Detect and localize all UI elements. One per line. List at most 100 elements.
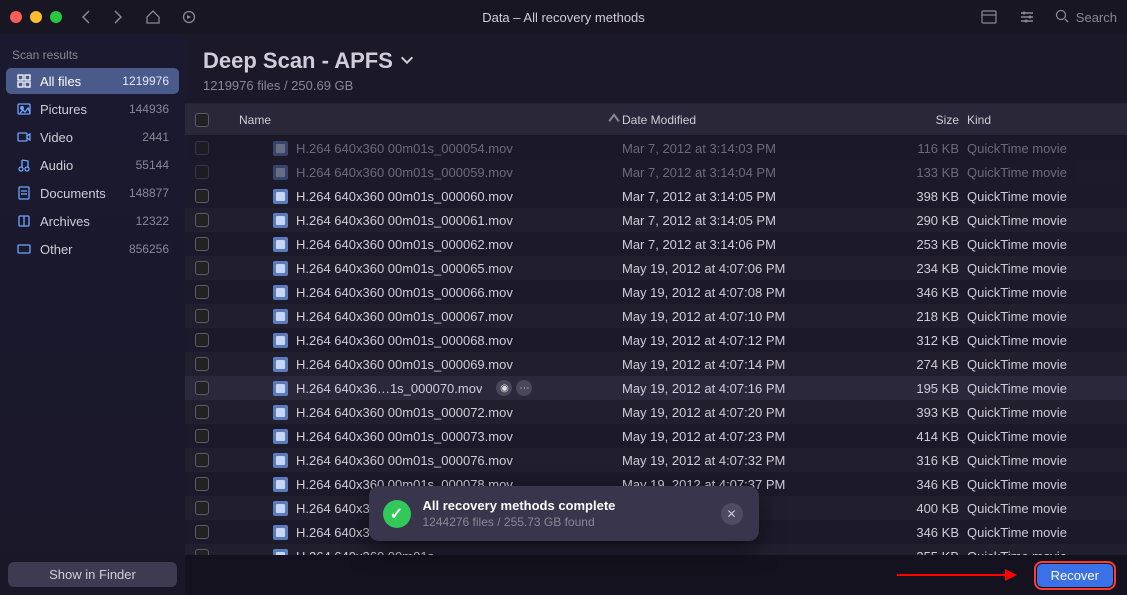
row-checkbox[interactable] [195, 213, 209, 227]
file-row[interactable]: H.264 640x360 00m01s_000059.mov Mar 7, 20… [185, 160, 1127, 184]
row-checkbox[interactable] [195, 189, 209, 203]
column-kind[interactable]: Kind [967, 113, 1117, 127]
home-button[interactable] [142, 6, 164, 28]
file-row[interactable]: H.264 640x360 00m01s_000054.movMar 7, 20… [185, 136, 1127, 160]
file-row[interactable]: H.264 640x360 00m01s_000073.movMay 19, 2… [185, 424, 1127, 448]
file-row[interactable]: H.264 640x36…1s_000070.mov◉⋯May 19, 2012… [185, 376, 1127, 400]
sidebar-header: Scan results [0, 44, 185, 68]
row-checkbox[interactable] [195, 453, 209, 467]
sidebar-item-video[interactable]: Video 2441 [6, 124, 179, 150]
show-in-finder-button[interactable]: Show in Finder [8, 562, 177, 587]
file-kind: QuickTime movie [967, 405, 1117, 420]
file-size: 398 KB [837, 189, 967, 204]
file-row[interactable]: H.264 640x360 00m01s_000067.movMay 19, 2… [185, 304, 1127, 328]
file-kind: QuickTime movie [967, 189, 1117, 204]
file-icon [273, 237, 288, 252]
row-checkbox[interactable] [195, 165, 209, 179]
preview-icon[interactable]: ◉ [496, 380, 512, 396]
search-input[interactable]: Search [1076, 10, 1117, 25]
file-name: H.264 640x360 00m01s_000059.mov [296, 165, 513, 180]
sidebar-item-all-files[interactable]: All files1219976 [6, 68, 179, 94]
sidebar-item-audio[interactable]: Audio55144 [6, 152, 179, 178]
file-size: 346 KB [837, 477, 967, 492]
file-row[interactable]: H.264 640x360 00m01s_000068.movMay 19, 2… [185, 328, 1127, 352]
row-checkbox[interactable] [195, 237, 209, 251]
forward-button[interactable] [106, 6, 128, 28]
file-date: May 19, 2012 at 4:07:08 PM [622, 285, 837, 300]
sidebar-item-other[interactable]: Other856256 [6, 236, 179, 262]
row-checkbox[interactable] [195, 477, 209, 491]
file-size: 290 KB [837, 213, 967, 228]
file-date: May 19, 2012 at 4:07:16 PM [622, 381, 837, 396]
sidebar-item-label: Video [40, 130, 134, 145]
file-kind: QuickTime movie [967, 285, 1117, 300]
doc-icon [16, 185, 32, 201]
file-kind: QuickTime movie [967, 237, 1117, 252]
window-maximize-button[interactable] [50, 11, 62, 23]
file-kind: QuickTime movie [967, 357, 1117, 372]
file-row[interactable]: H.264 640x360 00m01s_000061.movMar 7, 20… [185, 208, 1127, 232]
file-icon [273, 141, 288, 156]
column-size[interactable]: Size [837, 113, 967, 127]
sidebar-item-archives[interactable]: Archives12322 [6, 208, 179, 234]
file-size: 414 KB [837, 429, 967, 444]
row-checkbox[interactable] [195, 429, 209, 443]
row-checkbox[interactable] [195, 309, 209, 323]
file-icon [273, 333, 288, 348]
toast-close-button[interactable]: ✕ [721, 503, 743, 525]
row-checkbox[interactable] [195, 285, 209, 299]
file-kind: QuickTime movie [967, 429, 1117, 444]
file-row[interactable]: H.264 640x360 00m01s_000060.movMar 7, 20… [185, 184, 1127, 208]
row-checkbox[interactable] [195, 501, 209, 515]
sidebar-item-count: 856256 [129, 242, 169, 256]
file-date: Mar 7, 2012 at 3:14:04 PM [622, 165, 837, 180]
file-icon [273, 381, 288, 396]
column-date[interactable]: Date Modified [622, 113, 837, 127]
info-icon[interactable]: ⋯ [516, 380, 532, 396]
recover-button[interactable]: Recover [1037, 564, 1113, 587]
sidebar: Scan results All files1219976Pictures144… [0, 34, 185, 595]
file-size: 218 KB [837, 309, 967, 324]
sidebar-item-count: 148877 [129, 186, 169, 200]
view-toggle-button[interactable] [978, 6, 1000, 28]
row-checkbox[interactable] [195, 525, 209, 539]
window-close-button[interactable] [10, 11, 22, 23]
toast-title: All recovery methods complete [423, 498, 709, 513]
file-name: H.264 640x360 00m01s_000067.mov [296, 309, 513, 324]
search-icon [1054, 8, 1070, 27]
row-checkbox[interactable] [195, 357, 209, 371]
window-minimize-button[interactable] [30, 11, 42, 23]
file-row[interactable]: H.264 640x360 00m01s_000076.movMay 19, 2… [185, 448, 1127, 472]
footer: Recover [185, 555, 1127, 595]
file-name: H.264 640x360 00m01s_000066.mov [296, 285, 513, 300]
sidebar-item-pictures[interactable]: Pictures144936 [6, 96, 179, 122]
file-kind: QuickTime movie [967, 477, 1117, 492]
file-row[interactable]: H.264 640x360 00m01s_000066.mov May 19, 2… [185, 280, 1127, 304]
file-size: 195 KB [837, 381, 967, 396]
sidebar-item-count: 2441 [142, 130, 169, 144]
file-date: Mar 7, 2012 at 3:14:05 PM [622, 213, 837, 228]
row-checkbox[interactable] [195, 405, 209, 419]
refresh-button[interactable] [178, 6, 200, 28]
file-kind: QuickTime movie [967, 213, 1117, 228]
file-row[interactable]: H.264 640x360 00m01s_000072.movMay 19, 2… [185, 400, 1127, 424]
row-checkbox[interactable] [195, 261, 209, 275]
file-row[interactable]: H.264 640x360 00m01s_000069.movMay 19, 2… [185, 352, 1127, 376]
chevron-down-icon[interactable] [399, 48, 415, 74]
file-row[interactable]: H.264 640x360 00m01s355 KBQuickTime movi… [185, 544, 1127, 555]
column-name[interactable]: Name [223, 110, 622, 129]
settings-icon[interactable] [1016, 6, 1038, 28]
file-date: May 19, 2012 at 4:07:14 PM [622, 357, 837, 372]
file-icon [273, 309, 288, 324]
file-size: 312 KB [837, 333, 967, 348]
file-row[interactable]: H.264 640x360 00m01s_000065.movMay 19, 2… [185, 256, 1127, 280]
file-kind: QuickTime movie [967, 501, 1117, 516]
row-checkbox[interactable] [195, 381, 209, 395]
file-row[interactable]: H.264 640x360 00m01s_000062.movMar 7, 20… [185, 232, 1127, 256]
back-button[interactable] [76, 6, 98, 28]
file-size: 133 KB [837, 165, 967, 180]
row-checkbox[interactable] [195, 141, 209, 155]
select-all-checkbox[interactable] [195, 113, 209, 127]
sidebar-item-documents[interactable]: Documents148877 [6, 180, 179, 206]
row-checkbox[interactable] [195, 333, 209, 347]
